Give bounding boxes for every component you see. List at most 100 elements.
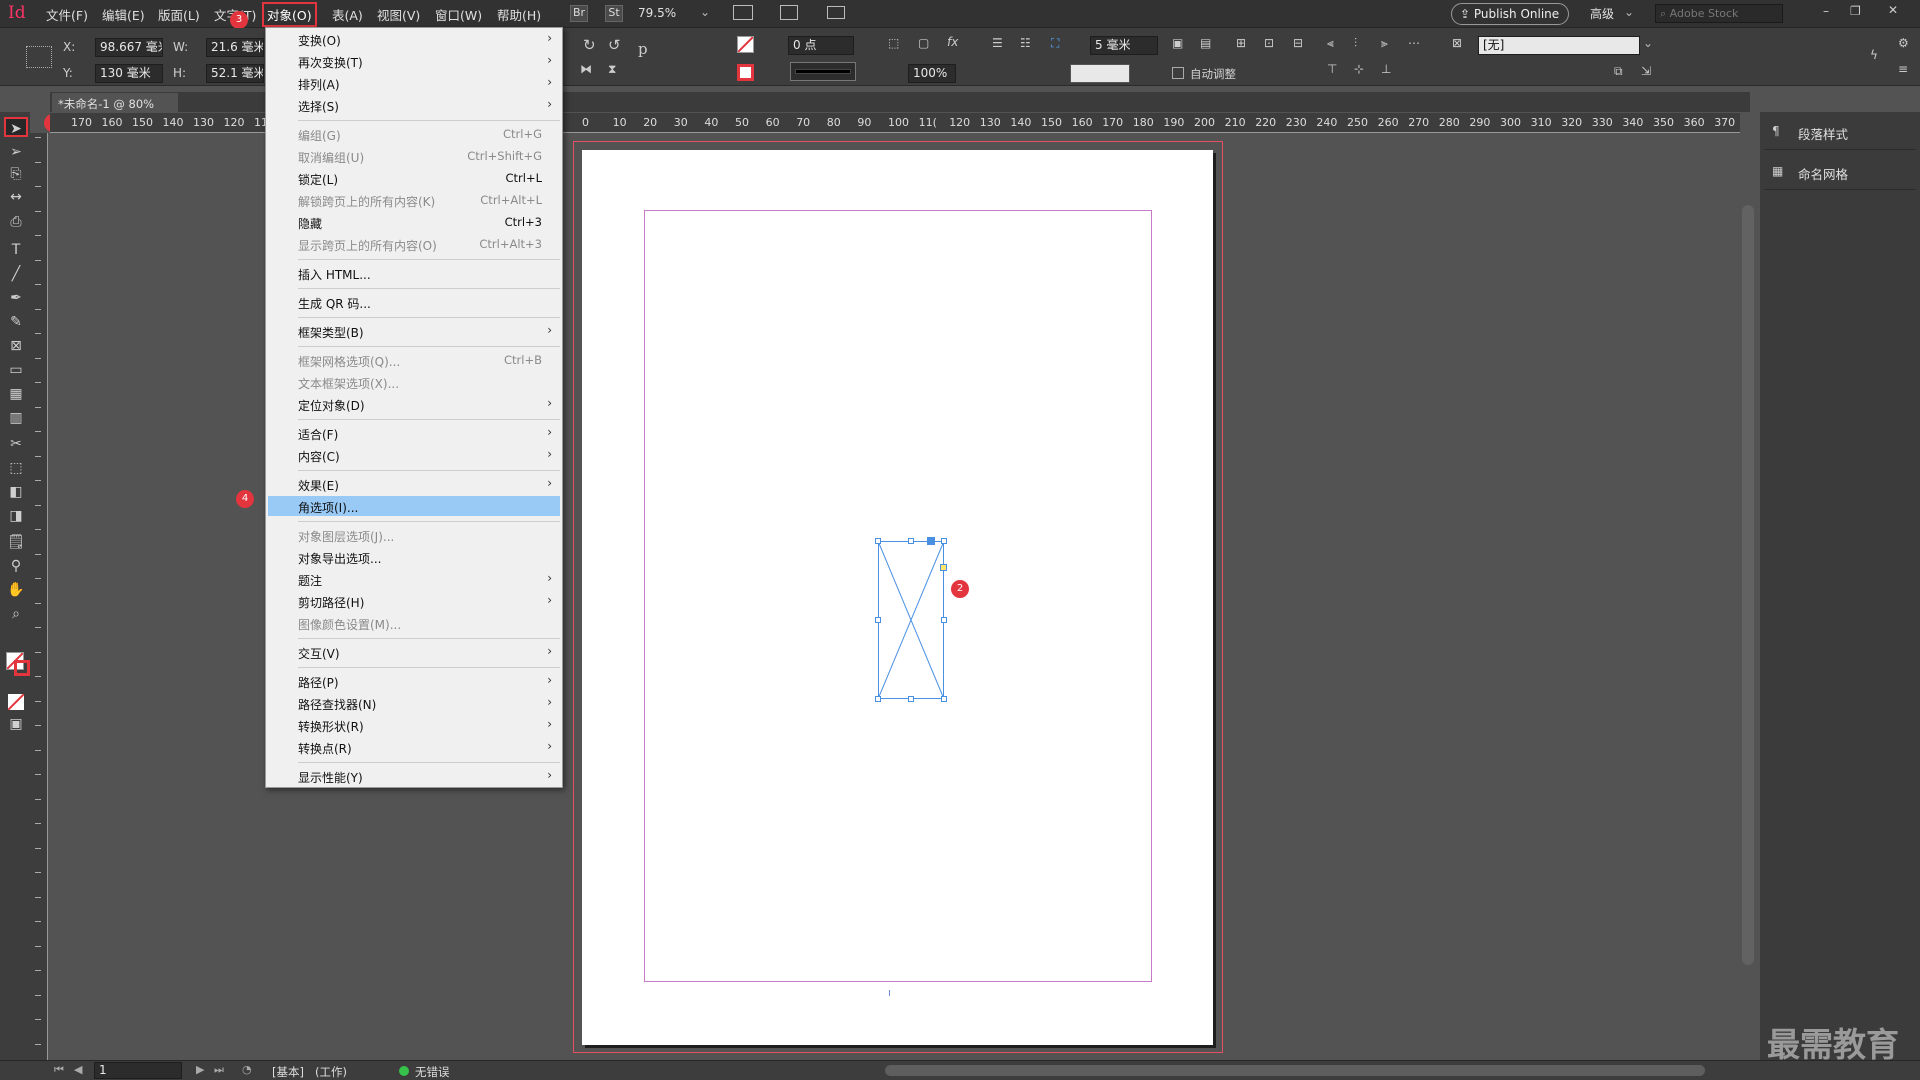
menu-item[interactable]: 转换点(R) [298, 740, 352, 757]
menu-item[interactable]: 效果(E) [298, 477, 339, 494]
menu-window[interactable]: 窗口(W) [435, 5, 482, 24]
menu-item[interactable]: 插入 HTML... [298, 266, 371, 283]
menu-item[interactable]: 定位对象(D) [298, 397, 365, 414]
fill-frame-icon[interactable]: ⊡ [1264, 36, 1274, 50]
reference-point-icon[interactable] [26, 46, 52, 68]
lightning-icon[interactable]: ϟ [1870, 48, 1878, 62]
stroke-swatch-icon[interactable] [737, 64, 754, 81]
auto-fit-checkbox[interactable] [1172, 67, 1184, 79]
text-wrap-around-icon[interactable]: ☷ [1020, 36, 1031, 50]
grid-tool-icon[interactable]: ▦ [4, 384, 28, 404]
publish-online-button[interactable]: ⇪ Publish Online [1451, 3, 1569, 25]
text-wrap-icon[interactable]: ☰ [992, 36, 1003, 50]
base-label[interactable]: [基本] [272, 1064, 304, 1080]
export-icon[interactable]: ⇲ [1641, 64, 1651, 78]
menu-item[interactable]: 变换(O) [298, 32, 341, 49]
menu-item[interactable]: 对象导出选项... [298, 550, 381, 567]
selection-tool-icon[interactable]: ➤ [4, 117, 28, 137]
adobe-stock-search[interactable]: ⌕ Adobe Stock [1655, 4, 1783, 23]
align-right-icon[interactable]: ⫸ [1381, 36, 1388, 51]
gear-icon[interactable]: ⚙ [1898, 36, 1909, 50]
menu-item[interactable]: 选择(S) [298, 98, 339, 115]
align-bottom-icon[interactable]: ⊥ [1381, 62, 1391, 76]
close-icon[interactable]: ✕ [1888, 3, 1898, 17]
direct-selection-tool-icon[interactable]: ➢ [4, 142, 28, 162]
handle-bottom-center[interactable] [908, 696, 914, 702]
handle-bottom-right[interactable] [941, 696, 947, 702]
vertical-scrollbar[interactable] [1742, 205, 1754, 965]
type-tool-icon[interactable]: T [4, 240, 28, 260]
stroke-type-select[interactable] [790, 62, 856, 81]
named-grids-panel-tab[interactable]: ▦ 命名网格 [1764, 152, 1916, 190]
vertical-ruler[interactable] [30, 133, 48, 1060]
zoom-tool-icon[interactable]: ⌕ [4, 604, 28, 624]
menu-item[interactable]: 隐藏 [298, 215, 322, 232]
bridge-button[interactable]: Br [570, 5, 588, 22]
fill-swatch-icon[interactable] [737, 36, 754, 53]
panel-menu-icon[interactable]: ≡ [1898, 62, 1908, 76]
minimize-icon[interactable]: – [1823, 4, 1829, 18]
menu-item[interactable]: 内容(C) [298, 448, 340, 465]
handle-middle-left[interactable] [875, 617, 881, 623]
gutter-field[interactable]: 5 毫米 [1090, 36, 1158, 55]
gap-tool-icon[interactable]: ↔ [4, 187, 28, 207]
menu-item[interactable]: 解锁跨页上的所有内容(K) [298, 193, 435, 210]
menu-item[interactable]: 再次变换(T) [298, 54, 363, 71]
handle-top-left[interactable] [875, 538, 881, 544]
menu-item[interactable]: 锁定(L) [298, 171, 338, 188]
menu-view[interactable]: 视图(V) [377, 5, 420, 24]
frame-icon[interactable]: ⬚ [888, 36, 899, 50]
horizontal-scrollbar[interactable] [885, 1065, 1705, 1076]
rotate-icon[interactable]: ↻ [583, 36, 596, 54]
menu-table[interactable]: 表(A) [332, 5, 363, 24]
previous-page-icon[interactable]: ◀ [74, 1063, 82, 1076]
chevron-down-icon[interactable]: ⌄ [1643, 36, 1653, 50]
selected-rectangle-frame[interactable] [875, 537, 947, 702]
content-icon[interactable]: ▢ [918, 36, 929, 50]
fit-proportional-icon[interactable]: ⊟ [1293, 36, 1303, 50]
zoom-level[interactable]: 79.5% [638, 6, 676, 20]
menu-item[interactable]: 排列(A) [298, 76, 340, 93]
vertical-grid-tool-icon[interactable]: ▥ [4, 408, 28, 428]
align-left-icon[interactable]: ⫷ [1327, 36, 1334, 51]
align-middle-icon[interactable]: ⊹ [1354, 62, 1364, 76]
align-top-icon[interactable]: ⊤ [1327, 62, 1337, 76]
path-type-icon[interactable]: p [638, 40, 648, 58]
frame-fitting-icon[interactable]: ⛶ [1051, 36, 1059, 51]
rectangle-tool-icon[interactable]: ▭ [4, 360, 28, 380]
last-page-icon[interactable]: ⏭ [214, 1063, 224, 1077]
menu-item[interactable]: 转换形状(R) [298, 718, 364, 735]
stock-button[interactable]: St [605, 5, 623, 22]
menu-file[interactable]: 文件(F) [46, 5, 88, 24]
chevron-down-icon[interactable]: ⌄ [700, 5, 710, 19]
error-status[interactable]: 无错误 [415, 1064, 450, 1080]
menu-item[interactable]: 文本框架选项(X)... [298, 375, 399, 392]
menu-item[interactable]: 路径查找器(N) [298, 696, 376, 713]
menu-item[interactable]: 框架类型(B) [298, 324, 364, 341]
paragraph-styles-panel-tab[interactable]: ¶ 段落样式 [1764, 112, 1916, 150]
menu-item[interactable]: 框架网格选项(Q)... [298, 353, 400, 370]
menu-item[interactable]: 编组(G) [298, 127, 341, 144]
fit-content-icon[interactable]: ▤ [1200, 36, 1211, 50]
pen-tool-icon[interactable]: ✒ [4, 288, 28, 308]
object-style-select[interactable]: [无] [1478, 36, 1640, 55]
menu-item[interactable]: 显示性能(Y) [298, 769, 363, 786]
menu-item[interactable]: 路径(P) [298, 674, 339, 691]
stroke-weight-field[interactable]: 0 点 [788, 36, 854, 55]
menu-object[interactable]: 对象(O) [262, 2, 317, 27]
handle-middle-right[interactable] [941, 617, 947, 623]
menu-item[interactable]: 显示跨页上的所有内容(O) [298, 237, 437, 254]
flip-horizontal-icon[interactable]: ⧓ [580, 62, 592, 76]
y-field[interactable]: 130 毫米 [95, 64, 163, 83]
menu-layout[interactable]: 版面(L) [158, 5, 200, 24]
next-page-icon[interactable]: ▶ [196, 1063, 204, 1076]
menu-item[interactable]: 生成 QR 码... [298, 295, 371, 312]
object-style-icon[interactable]: ⊠ [1452, 36, 1462, 50]
menu-item[interactable]: 适合(F) [298, 426, 338, 443]
h-field[interactable]: 52.1 毫米 [206, 64, 264, 83]
menu-item[interactable]: 取消编组(U) [298, 149, 364, 166]
x-field[interactable]: 98.667 毫米 [95, 38, 163, 57]
screen-mode-icon[interactable] [780, 5, 798, 20]
eyedropper-tool-icon[interactable]: ⚲ [4, 556, 28, 576]
pencil-tool-icon[interactable]: ✎ [4, 312, 28, 332]
